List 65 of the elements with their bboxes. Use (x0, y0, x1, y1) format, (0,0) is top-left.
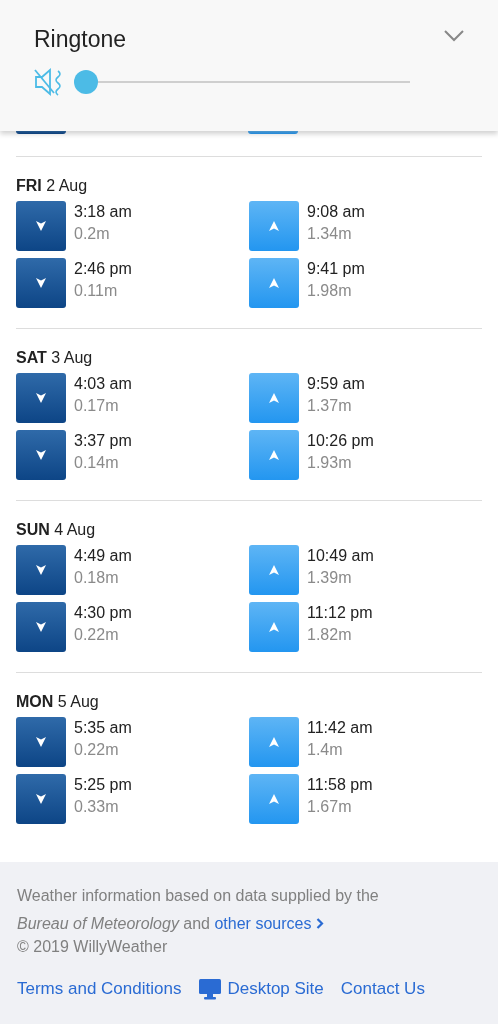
up-arrow-icon (268, 220, 280, 232)
tide-time: 4:03 am (74, 375, 132, 393)
up-arrow-icon (268, 564, 280, 576)
tide-height: 1.82m (307, 626, 353, 644)
down-arrow-icon (35, 220, 47, 232)
attribution-text: Weather information based on data supplied by the Bureau of Meteorology and other sources (17, 886, 380, 934)
tide-time: 9:41 pm (307, 260, 365, 278)
down-arrow-icon (35, 392, 47, 404)
up-arrow-icon (268, 736, 280, 748)
tide-time: 11:12 pm (307, 604, 373, 622)
tide-time: 10:26 pm (307, 432, 374, 450)
tide-height: 1.37m (307, 397, 353, 415)
tide-time: 11:58 pm (307, 776, 373, 794)
slider-thumb[interactable] (74, 70, 98, 94)
footer-link[interactable]: Terms and Conditions (17, 979, 182, 999)
tide-height: 0.22m (74, 626, 120, 644)
tide-height: 1.34m (307, 225, 353, 243)
tide-time: 3:37 pm (74, 432, 132, 450)
day-heading: MON 5 Aug (16, 693, 99, 711)
copyright-text: © 2019 WillyWeather (17, 938, 168, 956)
tide-height: 1.93m (307, 454, 353, 472)
panel-title: Ringtone (34, 26, 127, 53)
up-arrow-icon (268, 449, 280, 461)
tide-time: 5:25 pm (74, 776, 132, 794)
tide-height: 0.11m (74, 282, 119, 300)
tide-time: 4:49 am (74, 547, 132, 565)
monitor-icon (198, 978, 223, 1000)
tide-height: 0.33m (74, 798, 120, 816)
tide-height: 1.39m (307, 569, 353, 587)
tide-height: 0.17m (74, 397, 120, 415)
up-arrow-icon (268, 392, 280, 404)
chevron-down-icon[interactable] (444, 30, 464, 42)
tide-height: 1.4m (307, 741, 344, 759)
tide-time: 11:42 am (307, 719, 373, 737)
tide-time: 5:35 am (74, 719, 132, 737)
tide-time: 2:46 pm (74, 260, 132, 278)
desktop-site-link[interactable]: Desktop Site (198, 978, 324, 1000)
up-arrow-icon (268, 621, 280, 633)
tide-height: 0.22m (74, 741, 120, 759)
down-arrow-icon (35, 793, 47, 805)
day-heading: SUN 4 Aug (16, 521, 96, 539)
tide-height: 1.98m (307, 282, 353, 300)
tide-time: 3:18 am (74, 203, 132, 221)
tide-time: 4:30 pm (74, 604, 132, 622)
tide-height: 1.67m (307, 798, 353, 816)
chevron-right-icon (315, 918, 324, 929)
footer-link[interactable]: Contact Us (340, 979, 425, 999)
tide-height: 0.2m (74, 225, 111, 243)
down-arrow-icon (35, 277, 47, 289)
down-arrow-icon (35, 621, 47, 633)
sources-link[interactable]: other sources (214, 915, 324, 932)
high-tide-tile (248, 131, 298, 134)
day-heading: SAT 3 Aug (16, 349, 93, 367)
tide-height: 0.14m (74, 454, 120, 472)
day-heading: FRI 2 Aug (16, 177, 88, 195)
tide-height: 0.18m (74, 569, 120, 587)
low-tide-tile (16, 131, 66, 134)
down-arrow-icon (35, 449, 47, 461)
tide-time: 9:59 am (307, 375, 365, 393)
down-arrow-icon (35, 736, 47, 748)
up-arrow-icon (268, 277, 280, 289)
up-arrow-icon (268, 793, 280, 805)
tide-time: 9:08 am (307, 203, 365, 221)
tide-time: 10:49 am (307, 547, 374, 565)
down-arrow-icon (35, 564, 47, 576)
